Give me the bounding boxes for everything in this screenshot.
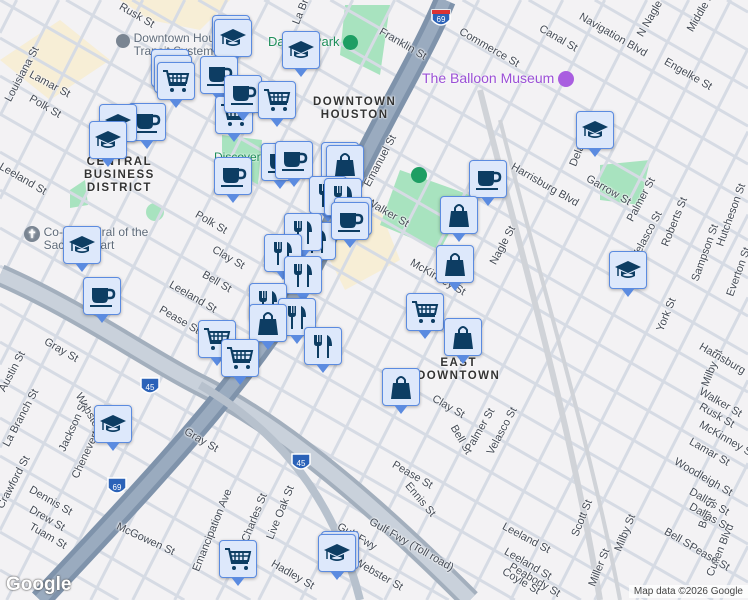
district-downtown: DOWNTOWN HOUSTON bbox=[313, 96, 396, 122]
map-marker-coffee[interactable] bbox=[224, 75, 262, 121]
street-line bbox=[0, 416, 318, 600]
map-marker-shopping-cart[interactable] bbox=[221, 339, 259, 385]
park-icon bbox=[411, 167, 427, 183]
shopping-cart-icon bbox=[264, 89, 291, 111]
shopping-bag-icon bbox=[453, 326, 473, 349]
coffee-icon bbox=[282, 152, 308, 171]
school-icon bbox=[100, 415, 126, 432]
shopping-bag-icon bbox=[258, 312, 278, 335]
map-marker-school[interactable] bbox=[282, 31, 320, 77]
svg-text:45: 45 bbox=[297, 459, 306, 468]
shopping-cart-icon bbox=[163, 70, 190, 92]
svg-text:69: 69 bbox=[437, 15, 446, 24]
shopping-bag-icon bbox=[445, 253, 465, 276]
shopping-cart-icon bbox=[227, 347, 254, 369]
church-icon: ✝ bbox=[24, 226, 40, 242]
museum-icon bbox=[558, 71, 575, 88]
poi-balloon-museum[interactable]: The Balloon Museum bbox=[422, 70, 575, 88]
coffee-icon bbox=[476, 171, 502, 190]
coffee-icon bbox=[338, 213, 364, 232]
map-marker-coffee[interactable] bbox=[331, 202, 369, 248]
map-marker-shopping-bag[interactable] bbox=[440, 196, 478, 242]
google-logo: Google bbox=[6, 574, 72, 595]
shopping-cart-icon bbox=[225, 548, 252, 570]
map-marker-school[interactable] bbox=[63, 226, 101, 272]
map-marker-shopping-bag[interactable] bbox=[436, 245, 474, 291]
map-marker-school[interactable] bbox=[576, 111, 614, 157]
map-marker-coffee[interactable] bbox=[83, 277, 121, 323]
map-marker-shopping-bag[interactable] bbox=[249, 304, 287, 350]
map-marker-shopping-cart[interactable] bbox=[157, 62, 195, 108]
map-marker-school[interactable] bbox=[94, 405, 132, 451]
school-icon bbox=[288, 41, 314, 58]
park-icon bbox=[343, 35, 359, 51]
poi-park-icon[interactable] bbox=[411, 167, 427, 186]
school-icon bbox=[220, 29, 246, 46]
shopping-bag-icon bbox=[335, 153, 355, 176]
restaurant-icon bbox=[314, 335, 332, 358]
shopping-bag-icon bbox=[391, 376, 411, 399]
school-icon bbox=[582, 121, 608, 138]
district-central-business: CENTRAL BUSINESS DISTRICT bbox=[84, 156, 155, 195]
coffee-icon bbox=[135, 114, 161, 133]
school-icon bbox=[69, 236, 95, 253]
restaurant-icon bbox=[294, 264, 312, 287]
shopping-cart-icon bbox=[412, 301, 439, 323]
school-icon bbox=[324, 544, 350, 561]
poi-label: The Balloon Museum bbox=[422, 70, 555, 86]
svg-text:45: 45 bbox=[146, 383, 155, 392]
map-marker-shopping-bag[interactable] bbox=[444, 318, 482, 364]
coffee-icon bbox=[231, 86, 257, 105]
map-marker-school[interactable] bbox=[609, 251, 647, 297]
school-icon bbox=[615, 261, 641, 278]
shopping-bag-icon bbox=[449, 204, 469, 227]
map-marker-school[interactable] bbox=[214, 19, 252, 65]
transit-icon bbox=[116, 33, 130, 48]
coffee-icon bbox=[221, 168, 247, 187]
district-label: DOWNTOWN HOUSTON bbox=[313, 96, 397, 121]
map-attribution[interactable]: Map data ©2026 Google bbox=[628, 585, 748, 598]
map-marker-coffee[interactable] bbox=[275, 141, 313, 187]
map-marker-school[interactable] bbox=[89, 121, 127, 167]
map-marker-shopping-cart[interactable] bbox=[406, 293, 444, 339]
map-marker-shopping-cart[interactable] bbox=[219, 540, 257, 586]
map-marker-school[interactable] bbox=[318, 534, 356, 580]
school-icon bbox=[95, 131, 121, 148]
map-marker-shopping-cart[interactable] bbox=[258, 81, 296, 127]
map-marker-shopping-bag[interactable] bbox=[382, 368, 420, 414]
map-marker-restaurant[interactable] bbox=[284, 256, 322, 302]
map-marker-restaurant[interactable] bbox=[304, 327, 342, 373]
district-label: CENTRAL BUSINESS DISTRICT bbox=[84, 156, 155, 194]
map-marker-coffee[interactable] bbox=[469, 160, 507, 206]
map-marker-coffee[interactable] bbox=[214, 157, 252, 203]
coffee-icon bbox=[90, 288, 116, 307]
svg-text:69: 69 bbox=[113, 483, 122, 492]
